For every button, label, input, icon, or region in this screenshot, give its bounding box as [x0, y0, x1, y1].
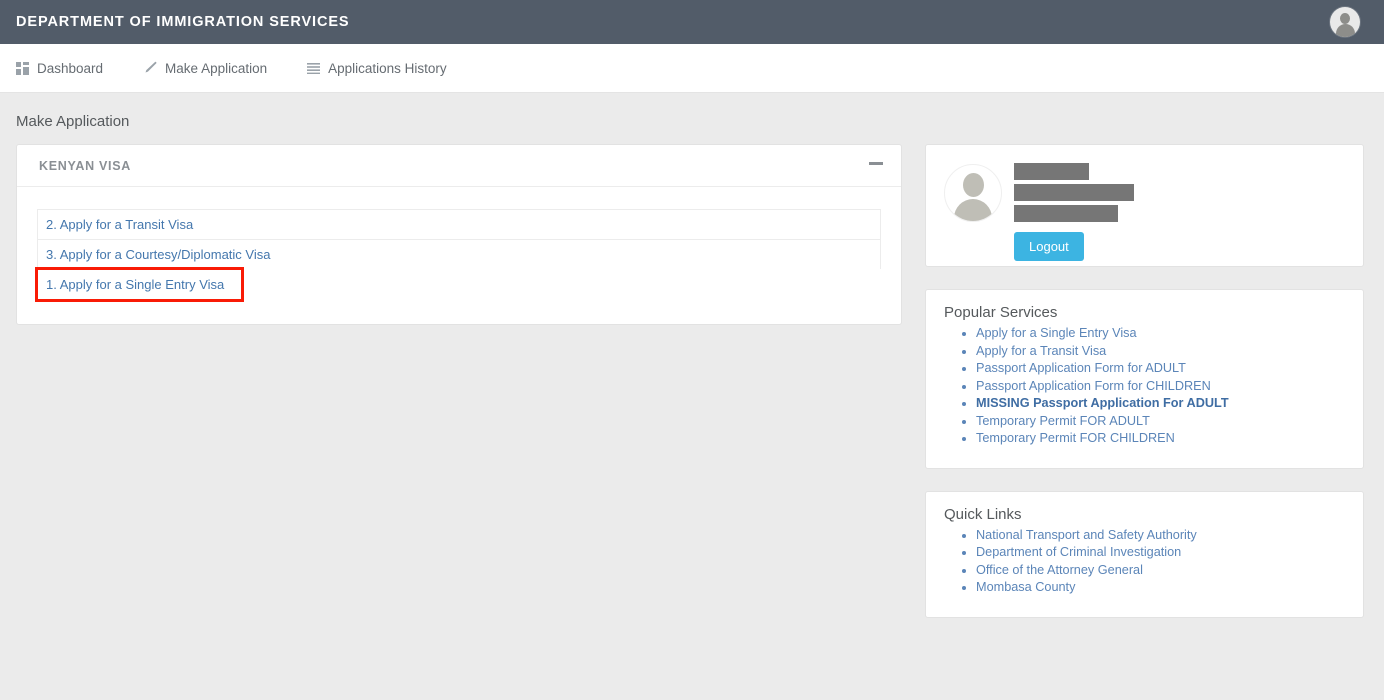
minus-icon[interactable]: [869, 161, 883, 165]
popular-service-link[interactable]: Temporary Permit FOR ADULT: [976, 414, 1150, 428]
list-item[interactable]: MISSING Passport Application For ADULT: [976, 395, 1345, 412]
list-item-link[interactable]: 1. Apply for a Single Entry Visa: [46, 277, 224, 292]
popular-service-link[interactable]: Passport Application Form for CHILDREN: [976, 379, 1211, 393]
list-item[interactable]: National Transport and Safety Authority: [976, 527, 1345, 544]
list-icon: [307, 62, 321, 74]
nav-label-make-application: Make Application: [165, 60, 268, 76]
panel-title: KENYAN VISA: [39, 159, 131, 173]
user-avatar-icon[interactable]: [1330, 7, 1360, 37]
avatar-body-shape: [954, 199, 992, 221]
quick-link[interactable]: Office of the Attorney General: [976, 563, 1143, 577]
popular-services-card: Popular Services Apply for a Single Entr…: [925, 289, 1364, 469]
list-item[interactable]: Temporary Permit FOR CHILDREN: [976, 430, 1345, 447]
nav-item-applications-history[interactable]: Applications History: [307, 61, 447, 76]
pencil-icon: [143, 61, 157, 75]
redacted-user-phone: [1014, 205, 1118, 222]
avatar-head-shape: [1340, 13, 1350, 24]
redacted-user-name: [1014, 163, 1089, 180]
quick-links-title: Quick Links: [944, 505, 1022, 523]
nav-label-dashboard: Dashboard: [37, 60, 104, 76]
list-item[interactable]: Apply for a Transit Visa: [976, 343, 1345, 360]
popular-services-title: Popular Services: [944, 304, 1058, 321]
avatar-head-shape: [963, 173, 984, 197]
kenyan-visa-panel: KENYAN VISA 2. Apply for a Transit Visa …: [16, 144, 902, 325]
page-title: Make Application: [16, 113, 130, 130]
list-item[interactable]: Department of Criminal Investigation: [976, 544, 1345, 561]
popular-services-list: Apply for a Single Entry Visa Apply for …: [944, 325, 1345, 447]
nav-item-dashboard[interactable]: Dashboard: [16, 61, 103, 76]
redacted-user-email: [1014, 184, 1134, 201]
nav-item-make-application[interactable]: Make Application: [143, 61, 267, 76]
list-item[interactable]: Office of the Attorney General: [976, 562, 1345, 579]
app-header: DEPARTMENT OF IMMIGRATION SERVICES: [0, 0, 1384, 44]
list-item-highlighted[interactable]: 1. Apply for a Single Entry Visa: [35, 267, 244, 302]
sidebar-column: Logout Popular Services Apply for a Sing…: [925, 144, 1364, 640]
main-column: KENYAN VISA 2. Apply for a Transit Visa …: [16, 144, 902, 325]
popular-service-link[interactable]: Apply for a Transit Visa: [976, 344, 1106, 358]
popular-service-link[interactable]: Passport Application Form for ADULT: [976, 361, 1186, 375]
quick-links-card: Quick Links National Transport and Safet…: [925, 490, 1364, 618]
logout-button[interactable]: Logout: [1014, 232, 1084, 261]
quick-link[interactable]: National Transport and Safety Authority: [976, 528, 1197, 542]
profile-info: Logout: [1014, 161, 1134, 261]
list-item[interactable]: Mombasa County: [976, 579, 1345, 596]
list-item[interactable]: Apply for a Single Entry Visa: [976, 325, 1345, 342]
quick-link[interactable]: Mombasa County: [976, 580, 1075, 594]
avatar: [944, 164, 1002, 222]
list-item-link[interactable]: 2. Apply for a Transit Visa: [46, 217, 193, 232]
app-title: DEPARTMENT OF IMMIGRATION SERVICES: [16, 14, 350, 30]
quick-link[interactable]: Department of Criminal Investigation: [976, 545, 1181, 559]
list-item-link[interactable]: 3. Apply for a Courtesy/Diplomatic Visa: [46, 247, 270, 262]
popular-service-link[interactable]: Temporary Permit FOR CHILDREN: [976, 431, 1175, 445]
popular-service-link[interactable]: MISSING Passport Application For ADULT: [976, 396, 1229, 410]
list-item[interactable]: 2. Apply for a Transit Visa: [37, 209, 881, 239]
visa-application-list: 2. Apply for a Transit Visa 3. Apply for…: [35, 209, 881, 302]
list-item[interactable]: Temporary Permit FOR ADULT: [976, 413, 1345, 430]
main-navigation: Dashboard Make Application Applications …: [0, 44, 1384, 93]
grid-icon: [16, 61, 29, 75]
panel-header: KENYAN VISA: [17, 145, 901, 187]
list-item[interactable]: 3. Apply for a Courtesy/Diplomatic Visa: [37, 239, 881, 269]
list-item[interactable]: Passport Application Form for CHILDREN: [976, 378, 1345, 395]
nav-label-applications-history: Applications History: [328, 60, 447, 76]
quick-links-list: National Transport and Safety Authority …: [944, 527, 1345, 597]
panel-body: 2. Apply for a Transit Visa 3. Apply for…: [17, 187, 901, 324]
profile-card: Logout: [925, 144, 1364, 267]
avatar-body-shape: [1335, 24, 1355, 37]
popular-service-link[interactable]: Apply for a Single Entry Visa: [976, 326, 1137, 340]
list-item[interactable]: Passport Application Form for ADULT: [976, 360, 1345, 377]
page-layout: KENYAN VISA 2. Apply for a Transit Visa …: [0, 144, 1384, 640]
